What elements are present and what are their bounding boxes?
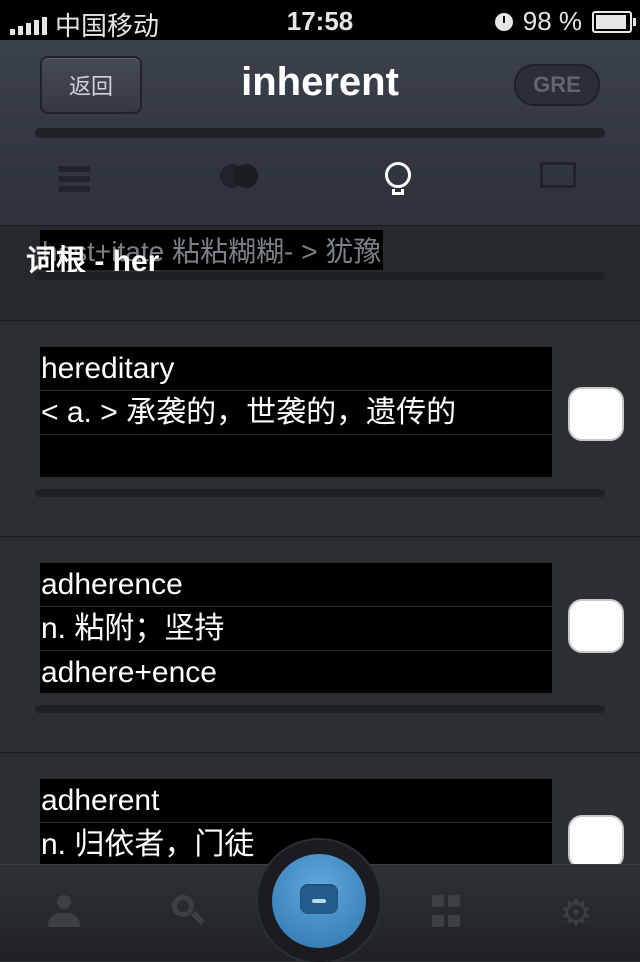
word-text: adherence [40, 563, 552, 607]
circles-icon[interactable] [220, 162, 264, 202]
gre-badge[interactable]: GRE [514, 64, 600, 106]
word-meaning: < a. > 承袭的，世袭的，遗传的 [40, 391, 552, 435]
progress-bar [35, 128, 605, 138]
nav-header: 返回 inherent GRE [0, 40, 640, 226]
word-root [40, 435, 552, 479]
list-item[interactable]: hereditary < a. > 承袭的，世袭的，遗传的 [0, 320, 640, 537]
word-block: hereditary < a. > 承袭的，世袭的，遗传的 [40, 347, 552, 479]
word-text: hereditary [40, 347, 552, 391]
battery-icon [592, 10, 636, 33]
keyboard-icon [300, 884, 338, 914]
view-switcher [0, 152, 640, 212]
grid-icon[interactable] [432, 895, 468, 931]
list-icon[interactable] [58, 162, 102, 202]
search-icon[interactable] [172, 895, 208, 931]
card-divider [35, 705, 605, 713]
word-block: adherence n. 粘附；坚持 adhere+ence [40, 563, 552, 695]
list-item[interactable]: adherence n. 粘附；坚持 adhere+ence [0, 536, 640, 753]
gear-icon[interactable]: ⚙ [558, 895, 594, 931]
word-root: adhere+ence [40, 651, 552, 695]
section-divider [35, 272, 605, 280]
card-divider [35, 489, 605, 497]
word-meaning: n. 粘附；坚持 [40, 607, 552, 651]
status-bar: 中国移动 17:58 98 % [0, 0, 640, 41]
checkbox[interactable] [568, 387, 624, 441]
battery-percent: 98 % [522, 6, 582, 36]
alarm-clock-icon [494, 12, 513, 31]
user-icon[interactable] [46, 895, 82, 931]
chart-icon[interactable] [540, 162, 584, 202]
keyboard-button-face [272, 854, 366, 948]
keyboard-button[interactable] [258, 840, 380, 962]
word-text: adherent [40, 779, 552, 823]
section-header: hest+itate 粘粘糊糊- > 犹豫 词根 - her [0, 226, 640, 320]
lightbulb-icon[interactable] [385, 162, 429, 202]
checkbox[interactable] [568, 599, 624, 653]
word-list[interactable]: hest+itate 粘粘糊糊- > 犹豫 词根 - her hereditar… [0, 226, 640, 864]
status-right: 98 % [494, 6, 636, 37]
checkbox[interactable] [568, 815, 624, 864]
